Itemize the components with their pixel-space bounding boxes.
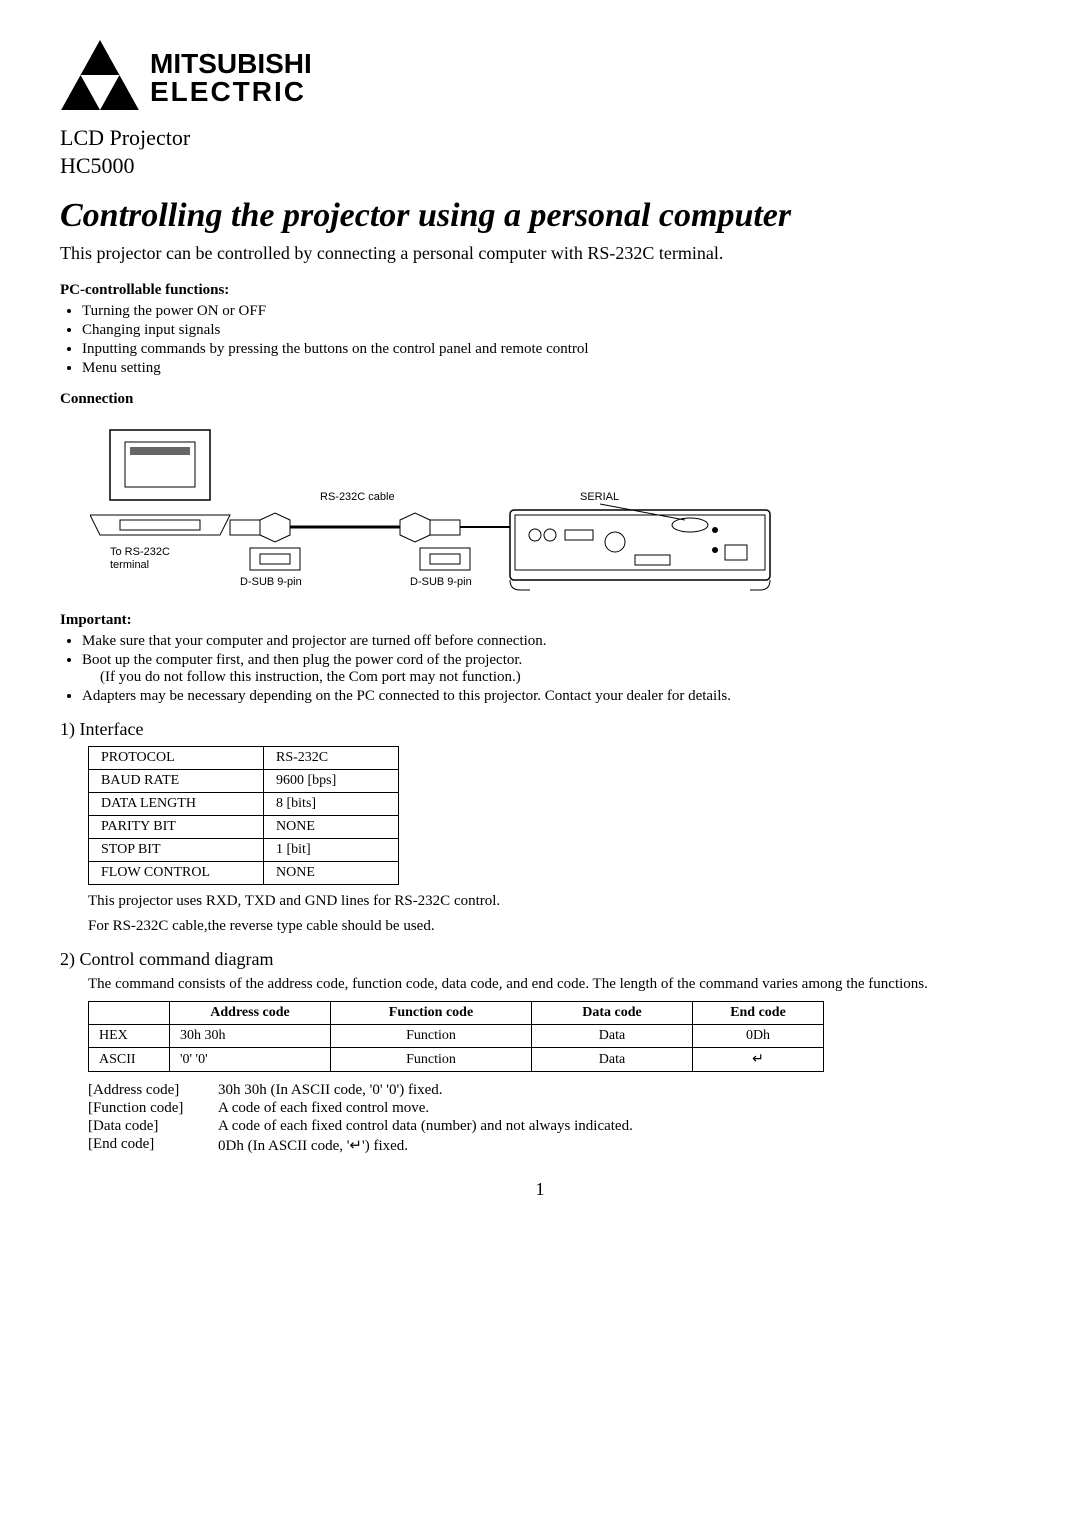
model: HC5000 <box>60 153 1020 179</box>
iface-note-1: This projector uses RXD, TXD and GND lin… <box>88 893 1020 910</box>
definitions-block: [Address code]30h 30h (In ASCII code, '0… <box>88 1082 1020 1155</box>
list-item: Adapters may be necessary depending on t… <box>82 688 1020 705</box>
to-terminal-label-2: terminal <box>110 559 149 571</box>
list-item-text: Boot up the computer first, and then plu… <box>82 652 522 668</box>
serial-label: SERIAL <box>580 491 619 503</box>
command-table: Address code Function code Data code End… <box>88 1001 824 1072</box>
iface-note-2: For RS-232C cable,the reverse type cable… <box>88 918 1020 935</box>
brand-bottom: ELECTRIC <box>150 78 312 106</box>
table-header-row: Address code Function code Data code End… <box>89 1002 824 1025</box>
cable-label: RS-232C cable <box>320 491 395 503</box>
dsub-left-label: D-SUB 9-pin <box>240 576 302 588</box>
def-row: [Data code]A code of each fixed control … <box>88 1118 1020 1135</box>
def-row: [End code]0Dh (In ASCII code, '↵') fixed… <box>88 1136 1020 1155</box>
important-heading: Important: <box>60 612 1020 629</box>
lead-text: This projector can be controlled by conn… <box>60 243 1020 264</box>
table-row: PARITY BITNONE <box>89 816 399 839</box>
section-2-para: The command consists of the address code… <box>88 976 1020 993</box>
brand-logo: MITSUBISHI ELECTRIC <box>60 40 1020 115</box>
interface-table: PROTOCOLRS-232C BAUD RATE9600 [bps] DATA… <box>88 746 399 885</box>
list-item: Changing input signals <box>82 322 1020 339</box>
list-item: Menu setting <box>82 360 1020 377</box>
list-item: Inputting commands by pressing the butto… <box>82 341 1020 358</box>
connection-heading: Connection <box>60 391 1020 408</box>
table-row: BAUD RATE9600 [bps] <box>89 770 399 793</box>
list-item: Boot up the computer first, and then plu… <box>82 652 1020 686</box>
to-terminal-label-1: To RS-232C <box>110 546 170 558</box>
pc-functions-heading: PC-controllable functions: <box>60 282 1020 299</box>
list-item-sub: (If you do not follow this instruction, … <box>100 669 1020 686</box>
important-list: Make sure that your computer and project… <box>82 633 1020 705</box>
page-title: Controlling the projector using a person… <box>60 197 1020 235</box>
pc-functions-list: Turning the power ON or OFF Changing inp… <box>82 303 1020 377</box>
triangles-icon <box>60 40 140 115</box>
connection-diagram: To RS-232C terminal D-SUB 9-pin RS-232C … <box>90 420 790 600</box>
table-row: PROTOCOLRS-232C <box>89 747 399 770</box>
list-item: Make sure that your computer and project… <box>82 633 1020 650</box>
def-row: [Address code]30h 30h (In ASCII code, '0… <box>88 1082 1020 1099</box>
table-row: STOP BIT1 [bit] <box>89 839 399 862</box>
product-line: LCD Projector <box>60 125 1020 151</box>
section-2-heading: 2) Control command diagram <box>60 949 1020 970</box>
section-1-heading: 1) Interface <box>60 719 1020 740</box>
def-row: [Function code]A code of each fixed cont… <box>88 1100 1020 1117</box>
page-number: 1 <box>60 1179 1020 1200</box>
list-item: Turning the power ON or OFF <box>82 303 1020 320</box>
brand-top: MITSUBISHI <box>150 50 312 78</box>
table-row: DATA LENGTH8 [bits] <box>89 793 399 816</box>
dsub-right-label: D-SUB 9-pin <box>410 576 472 588</box>
table-row: HEX 30h 30h Function Data 0Dh <box>89 1025 824 1048</box>
table-row: FLOW CONTROLNONE <box>89 862 399 885</box>
table-row: ASCII '0' '0' Function Data ↵ <box>89 1048 824 1072</box>
